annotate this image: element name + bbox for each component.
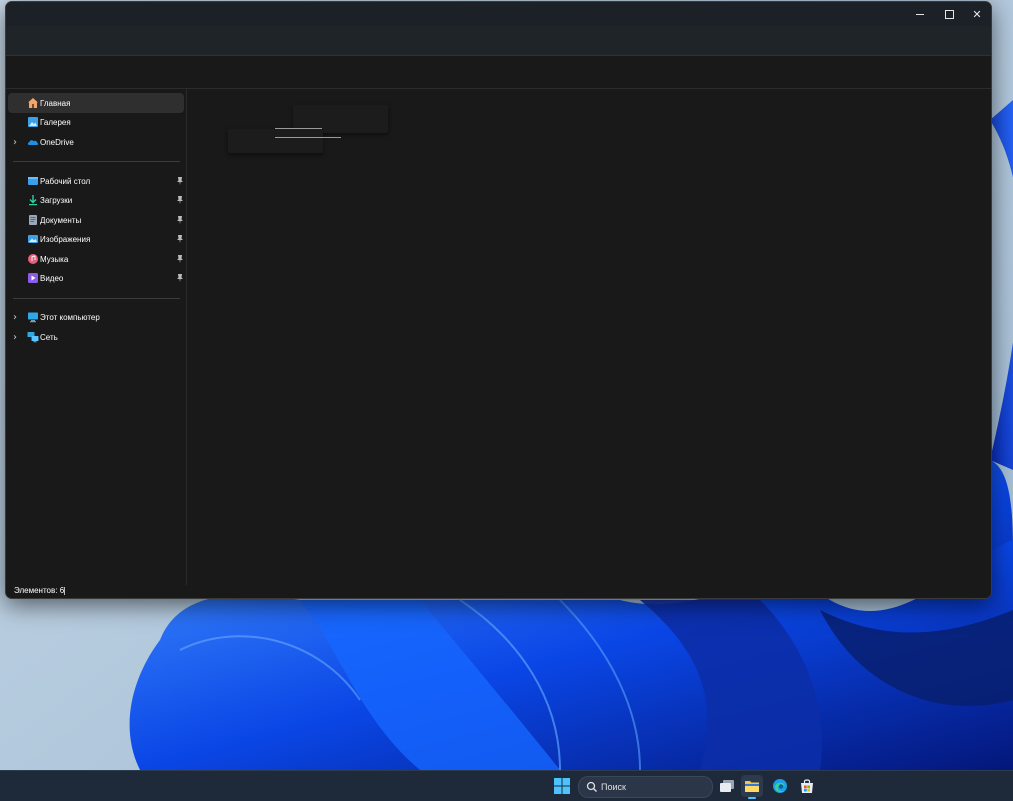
- sidebar-item-home[interactable]: Главная: [8, 93, 184, 113]
- close-button[interactable]: ✕: [963, 2, 991, 26]
- videos-icon: [28, 273, 38, 283]
- sidebar-item-documents[interactable]: Документы: [8, 210, 184, 230]
- minimize-button[interactable]: [906, 2, 934, 26]
- sidebar-item-label: Изображения: [40, 234, 91, 244]
- task-view-button[interactable]: [716, 775, 738, 797]
- taskbar-search[interactable]: Поиск: [578, 776, 713, 798]
- desktop-folder-icon: [28, 177, 38, 185]
- pin-icon[interactable]: [177, 255, 183, 263]
- sidebar-item-label: Видео: [40, 273, 64, 283]
- sidebar-item-label: Этот компьютер: [40, 312, 100, 322]
- edge-icon: [773, 779, 787, 793]
- maximize-button[interactable]: [935, 2, 963, 26]
- search-placeholder: Поиск: [601, 782, 626, 792]
- sidebar-item-music[interactable]: Музыка: [8, 249, 184, 269]
- status-bar: Элементов: 6: [6, 585, 991, 598]
- pictures-icon: [28, 235, 38, 243]
- sidebar-item-downloads[interactable]: Загрузки: [8, 190, 184, 210]
- search-icon: [586, 781, 597, 792]
- task-view-icon: [720, 780, 734, 792]
- home-icon: [28, 98, 38, 108]
- sidebar-item-label: OneDrive: [40, 137, 74, 147]
- file-explorer-taskbar-button[interactable]: [741, 775, 763, 797]
- file-explorer-icon: [745, 781, 759, 792]
- navigation-pane: Главная Галерея › OneDrive Рабочий стол …: [6, 89, 187, 585]
- start-button[interactable]: [551, 775, 573, 797]
- chevron-right-icon[interactable]: ›: [13, 132, 21, 152]
- sidebar-item-label: Сеть: [40, 332, 58, 342]
- sidebar-item-pictures[interactable]: Изображения: [8, 229, 184, 249]
- sidebar-item-gallery[interactable]: Галерея: [8, 112, 184, 132]
- chevron-right-icon[interactable]: ›: [13, 327, 21, 347]
- command-bar: [6, 56, 991, 89]
- store-icon: [801, 779, 813, 793]
- chevron-right-icon[interactable]: ›: [13, 307, 21, 327]
- this-pc-icon: [28, 312, 38, 323]
- network-icon: [27, 332, 39, 343]
- pin-icon[interactable]: [177, 216, 183, 224]
- running-app-indicator: [748, 797, 756, 799]
- taskbar: Поиск: [0, 770, 1013, 801]
- store-taskbar-button[interactable]: [796, 775, 818, 797]
- maximize-icon: [944, 9, 954, 19]
- title-bar[interactable]: ✕: [6, 2, 991, 26]
- loading-placeholder-line: [275, 128, 322, 129]
- status-divider: [64, 587, 65, 595]
- sidebar-item-label: Галерея: [40, 117, 71, 127]
- sidebar-item-label: Музыка: [40, 254, 69, 264]
- downloads-icon: [29, 195, 37, 206]
- sidebar-divider: [13, 161, 180, 162]
- loading-placeholder: [228, 129, 323, 153]
- sidebar-item-label: Главная: [40, 98, 71, 108]
- sidebar-item-network[interactable]: › Сеть: [8, 327, 184, 347]
- onedrive-icon: [27, 140, 39, 145]
- items-count: Элементов: 6: [14, 586, 65, 595]
- sidebar-item-videos[interactable]: Видео: [8, 268, 184, 288]
- pin-icon[interactable]: [177, 235, 183, 243]
- pin-icon[interactable]: [177, 177, 183, 185]
- documents-icon: [29, 215, 37, 225]
- sidebar-item-label: Рабочий стол: [40, 176, 91, 186]
- sidebar-item-onedrive[interactable]: › OneDrive: [8, 132, 184, 152]
- loading-placeholder-line: [275, 137, 341, 138]
- pin-icon[interactable]: [177, 274, 183, 282]
- address-bar-area[interactable]: [6, 26, 991, 56]
- sidebar-item-label: Документы: [40, 215, 82, 225]
- file-explorer-window: ✕ Главная Галерея › OneDrive Рабочий сто…: [5, 1, 992, 599]
- gallery-icon: [28, 117, 38, 127]
- sidebar-item-this-pc[interactable]: › Этот компьютер: [8, 307, 184, 327]
- sidebar-divider: [13, 298, 180, 299]
- sidebar-item-desktop[interactable]: Рабочий стол: [8, 171, 184, 191]
- minimize-icon: [916, 13, 924, 15]
- pin-icon[interactable]: [177, 196, 183, 204]
- sidebar-item-label: Загрузки: [40, 195, 73, 205]
- edge-taskbar-button[interactable]: [769, 775, 791, 797]
- content-pane[interactable]: [187, 89, 991, 585]
- start-icon: [554, 778, 570, 794]
- music-icon: [28, 254, 38, 264]
